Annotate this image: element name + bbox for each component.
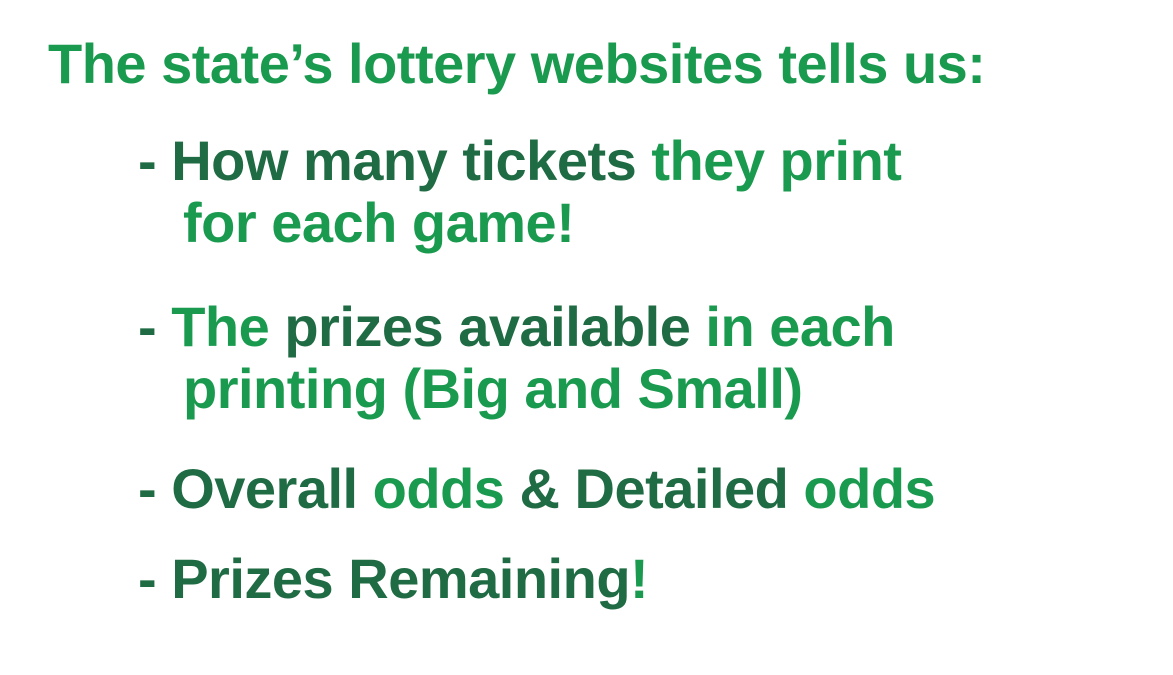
- bullet-text-segment: !: [630, 547, 649, 610]
- bullet-ticket-count: - How many tickets they print for each g…: [138, 129, 902, 254]
- bullet-text-segment: in each: [705, 295, 895, 358]
- bullet-text-segment: - How many tickets: [138, 129, 652, 192]
- slide: The state’s lottery websites tells us: -…: [0, 0, 1173, 675]
- bullet-text-segment: & Detailed: [519, 457, 804, 520]
- bullet-text-segment: for each game!: [183, 191, 575, 254]
- bullet-text-segment: odds: [372, 457, 520, 520]
- bullet-text-segment: they print: [651, 129, 902, 192]
- bullet-text-segment: -: [138, 295, 172, 358]
- bullet-prizes-available: - The prizes available in each printing …: [138, 296, 895, 420]
- bullet-line-continuation: for each game!: [138, 192, 901, 254]
- bullet-line-continuation: printing (Big and Small): [138, 358, 895, 420]
- bullet-text-segment: - Overall: [138, 457, 373, 520]
- bullet-text-segment: - Prizes Remaining: [138, 547, 631, 610]
- bullet-line: - Prizes Remaining!: [138, 547, 649, 610]
- bullet-line: - Overall odds & Detailed odds: [138, 457, 936, 520]
- bullet-text-segment: odds: [803, 457, 936, 520]
- bullet-odds: - Overall odds & Detailed odds: [138, 457, 936, 520]
- bullet-text-segment: printing (Big and Small): [183, 357, 803, 420]
- bullet-prizes-remaining: - Prizes Remaining!: [138, 547, 649, 610]
- bullet-line: - The prizes available in each: [138, 296, 895, 358]
- bullet-line: - How many tickets they print: [138, 129, 902, 192]
- bullet-text-segment: The: [171, 295, 285, 358]
- headline: The state’s lottery websites tells us:: [48, 32, 986, 95]
- bullet-text-segment: prizes available: [284, 295, 706, 358]
